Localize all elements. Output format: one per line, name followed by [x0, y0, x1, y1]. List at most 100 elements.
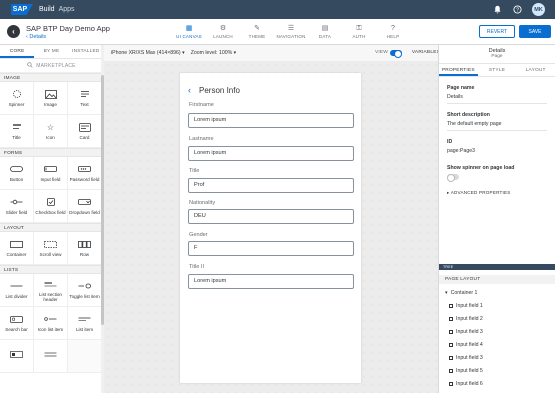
properties-panel: Details Page PROPERTIES STYLE LAYOUT Pag… — [438, 45, 555, 393]
component-title[interactable]: Title — [0, 115, 34, 148]
component-list-divider[interactable]: List divider — [0, 274, 34, 307]
save-button[interactable]: SAVE — [519, 25, 551, 38]
advanced-properties-toggle[interactable]: ▸ ADVANCED PROPERTIES — [447, 190, 547, 196]
tab-style[interactable]: STYLE — [478, 64, 517, 76]
component-row[interactable]: Row — [68, 232, 102, 265]
component-password-field[interactable]: Password field — [68, 157, 102, 190]
navigation-icon: ☰ — [287, 25, 295, 32]
view-variables-toggle[interactable] — [390, 50, 402, 58]
marketplace-link[interactable]: MARKETPLACE — [0, 59, 103, 73]
component-list-extra-2[interactable] — [34, 340, 68, 373]
component-panel: CORE BY ME INSTALLED MARKETPLACE IMAGE S… — [0, 45, 104, 393]
password-field-icon — [78, 164, 92, 174]
zoom-selector[interactable]: Zoom level: 100% ▾ — [191, 50, 237, 56]
tree-item-input-field[interactable]: Input field 1 — [439, 299, 555, 312]
tree-item-container-1[interactable]: ▾ Container 1 — [439, 286, 555, 299]
back-arrow-icon[interactable]: ‹ — [188, 85, 191, 95]
tree-item-label: Input field 5 — [456, 367, 483, 374]
tab-layout[interactable]: LAYOUT — [516, 64, 555, 76]
tool-data[interactable]: ▤ DATA — [308, 19, 342, 45]
component-card[interactable]: Card — [68, 115, 102, 148]
button-icon — [10, 164, 24, 174]
page-selector[interactable]: ‹ Details — [26, 34, 46, 40]
revert-button[interactable]: REVERT — [479, 25, 515, 38]
tree-item-input-field[interactable]: Input field 3 — [439, 325, 555, 338]
input-lastname[interactable]: Lorem ipsum — [188, 146, 354, 161]
component-list-section-header[interactable]: List section header — [34, 274, 68, 307]
tab-installed[interactable]: INSTALLED — [69, 45, 103, 58]
tab-core[interactable]: CORE — [0, 45, 35, 58]
tab-properties[interactable]: PROPERTIES — [439, 64, 478, 76]
input-nationality[interactable]: DEU — [188, 209, 354, 224]
scroll-view-icon — [44, 239, 58, 249]
input-firstname[interactable]: Lorem ipsum — [188, 113, 354, 128]
component-checkbox-field[interactable]: Checkbox field — [34, 190, 68, 223]
tree-item-input-field[interactable]: Input field 5 — [439, 364, 555, 377]
tool-help[interactable]: ? HELP — [376, 19, 410, 45]
component-slider-field[interactable]: Slider field — [0, 190, 34, 223]
text-icon — [78, 89, 92, 99]
toolbar: ▦ UI CANVAS ⚙ LAUNCH ✎ THEME ☰ NAVIGATIO… — [172, 19, 410, 45]
component-scroll-view[interactable]: Scroll view — [34, 232, 68, 265]
tool-launch[interactable]: ⚙ LAUNCH — [206, 19, 240, 45]
avatar[interactable]: MK — [532, 3, 545, 16]
input-field-icon — [449, 303, 453, 308]
component-input-field[interactable]: Input field — [34, 157, 68, 190]
component-search-bar[interactable]: Search bar — [0, 307, 34, 340]
tree-item-input-field[interactable]: Input field 2 — [439, 312, 555, 325]
page-name-field[interactable]: Details — [447, 94, 547, 104]
component-dropdown-field[interactable]: Dropdown field — [68, 190, 102, 223]
app-logo-icon[interactable]: ‹ — [7, 25, 20, 38]
tree-splitter[interactable]: TREE — [439, 264, 555, 270]
component-list-item[interactable]: List item — [68, 307, 102, 340]
device-preview[interactable]: ‹ Person Info Firstname Lorem ipsum Last… — [180, 73, 361, 383]
input-title[interactable]: Prof — [188, 178, 354, 193]
tab-by-me[interactable]: BY ME — [34, 45, 68, 58]
component-empty-slot — [68, 340, 102, 373]
search-icon — [27, 61, 33, 70]
title-icon — [10, 122, 24, 132]
component-spinner[interactable]: Spinner — [0, 82, 34, 115]
component-toggle-list-item[interactable]: Toggle list item — [68, 274, 102, 307]
tree-item-input-field[interactable]: Input field 3 — [439, 351, 555, 364]
input-title-ii[interactable]: Lorem ipsum — [188, 274, 354, 289]
component-icon[interactable]: ☆ Icon — [34, 115, 68, 148]
toggle-list-item-icon — [78, 281, 92, 291]
component-grid: List divider List section header Toggle … — [0, 274, 103, 373]
input-gender[interactable]: F — [188, 241, 354, 256]
page-link[interactable]: Details — [29, 34, 46, 40]
notification-icon[interactable] — [492, 5, 502, 15]
dropdown-icon — [78, 197, 92, 207]
tree-item-input-field[interactable]: Input field 6 — [439, 377, 555, 390]
component-list-extra[interactable] — [0, 340, 34, 373]
component-label: Icon list item — [37, 327, 64, 332]
component-container[interactable]: Container — [0, 232, 34, 265]
tree-item-label: Input field 4 — [456, 341, 483, 348]
component-label: Container — [6, 252, 27, 257]
tool-ui-canvas[interactable]: ▦ UI CANVAS — [172, 19, 206, 45]
component-text[interactable]: Text — [68, 82, 102, 115]
caret-down-icon[interactable]: ▾ — [445, 290, 448, 296]
component-label: List item — [75, 327, 94, 332]
component-button[interactable]: Button — [0, 157, 34, 190]
tool-auth[interactable]: ⚿ AUTH — [342, 19, 376, 45]
component-image[interactable]: Image — [34, 82, 68, 115]
help-icon[interactable]: ? — [512, 4, 522, 15]
tree-item-label: Input field 3 — [456, 328, 483, 335]
svg-text:?: ? — [516, 7, 519, 13]
product-name: Build — [39, 6, 55, 13]
tree-item-input-field[interactable]: Input field 4 — [439, 338, 555, 351]
tool-navigation[interactable]: ☰ NAVIGATION — [274, 19, 308, 45]
slider-icon — [10, 197, 24, 207]
short-description-field[interactable]: The default empty page — [447, 121, 547, 131]
icon-list-item-icon — [44, 314, 58, 324]
tool-theme[interactable]: ✎ THEME — [240, 19, 274, 45]
tree-label: TREE — [443, 264, 454, 269]
list-item-icon — [78, 314, 92, 324]
component-icon-list-item[interactable]: Icon list item — [34, 307, 68, 340]
data-icon: ▤ — [321, 25, 329, 32]
spinner-toggle[interactable] — [447, 174, 459, 182]
device-selector[interactable]: iPhone XR/XS Max (414×896) ▾ — [111, 50, 185, 56]
properties-form: Page name Details Short description The … — [439, 85, 555, 196]
view-label: VIEW — [374, 50, 388, 55]
